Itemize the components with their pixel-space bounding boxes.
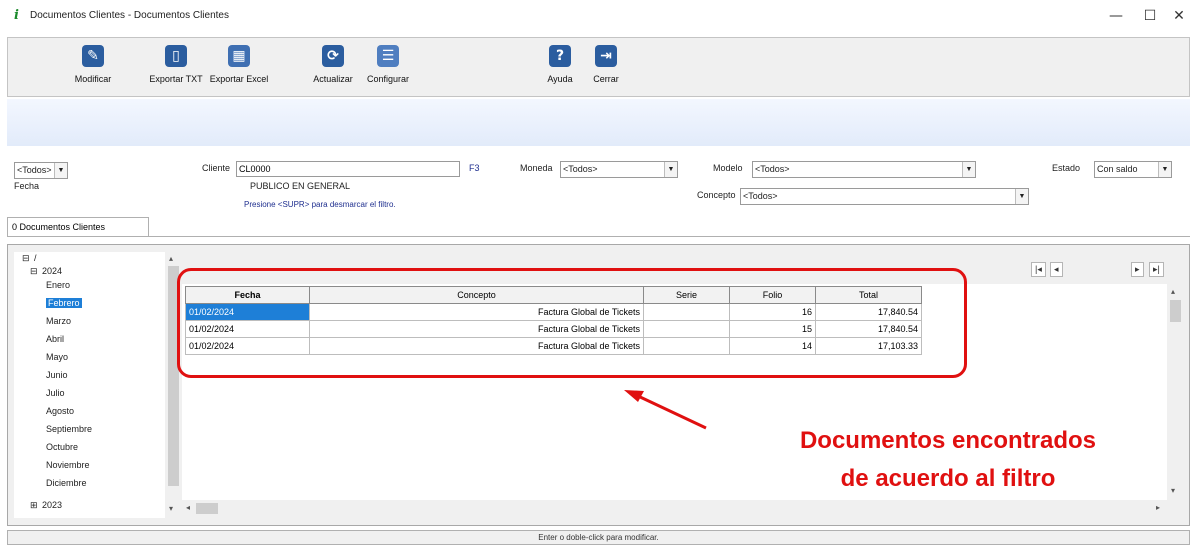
annotation-text: Documentos encontrados de acuerdo al fil…	[708, 422, 1188, 498]
annotation-line-2: de acuerdo al filtro	[840, 465, 1056, 492]
grid-horizontal-scrollbar[interactable]: ◂ ▸	[182, 500, 1167, 517]
grid-vertical-scrollbar[interactable]: ▴ ▾	[1167, 284, 1184, 516]
scroll-down-icon[interactable]: ▾	[1171, 486, 1175, 495]
scroll-up-icon[interactable]: ▴	[1171, 287, 1175, 296]
grid-hscroll-thumb[interactable]	[196, 503, 218, 514]
annotation-line-1: Documentos encontrados	[799, 427, 1097, 454]
status-bar: Enter o doble-click para modificar.	[7, 530, 1190, 545]
scroll-right-icon[interactable]: ▸	[1156, 503, 1160, 512]
scroll-left-icon[interactable]: ◂	[186, 503, 190, 512]
grid-vscroll-thumb[interactable]	[1170, 300, 1181, 322]
